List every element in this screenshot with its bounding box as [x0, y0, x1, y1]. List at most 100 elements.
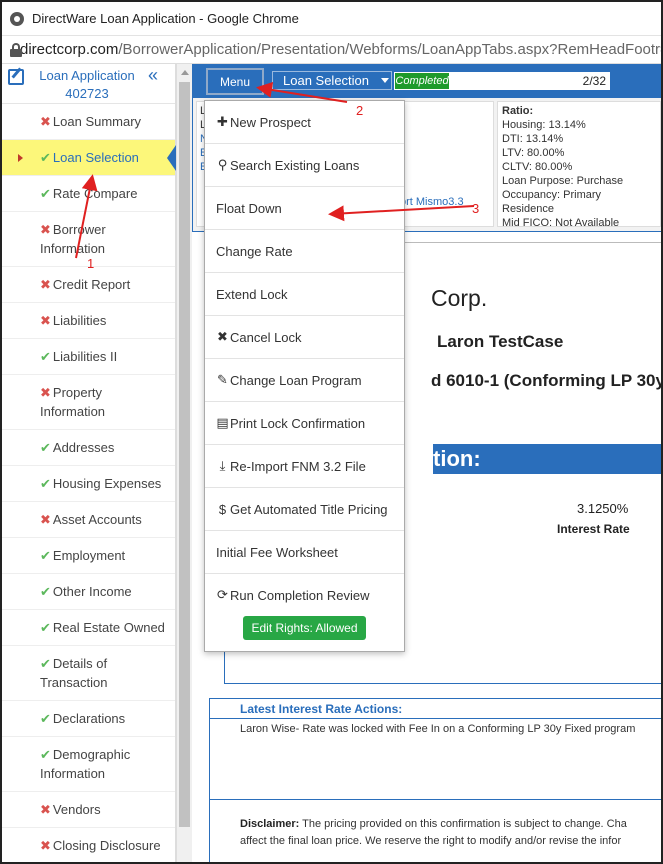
sidebar-item-label: Loan Selection: [52, 149, 139, 165]
menu-item[interactable]: $ Get Automated Title Pricing: [205, 488, 404, 531]
menu-item[interactable]: ✖ Cancel Lock: [205, 316, 404, 359]
menu-item[interactable]: Change Rate: [205, 230, 404, 273]
window-title: DirectWare Loan Application - Google Chr…: [32, 11, 299, 26]
sidebar-item-content: ✖ Vendors: [40, 802, 101, 818]
sidebar-item-content: ✔ Liabilities II: [40, 349, 117, 365]
sidebar-item-content: ✖ Loan Summary: [40, 114, 141, 130]
sidebar-item-label: Vendors: [52, 801, 101, 817]
loan-section-select[interactable]: Loan Selection: [272, 71, 392, 90]
loan-program: d 6010-1 (Conforming LP 30y Fixed: [431, 371, 663, 390]
check-icon: ✔: [40, 475, 51, 491]
sidebar-item[interactable]: ✔ Rate Compare: [2, 176, 175, 212]
sidebar-item-content: ✔ Other Income: [40, 584, 132, 600]
menu-button[interactable]: Menu: [206, 68, 264, 95]
sidebar-item-content: ✖ Borrower Information: [40, 220, 169, 258]
x-icon: ✖: [40, 312, 51, 328]
disclaimer-label: Disclaimer:: [240, 818, 300, 830]
interest-rate-label: Interest Rate: [557, 522, 630, 536]
borrower-name: Laron TestCase: [437, 332, 564, 351]
ratio-line: DTI: 13.14%: [502, 133, 564, 145]
sidebar-item[interactable]: ✖ Credit Report: [2, 267, 175, 303]
menu-item-label: Change Loan Program: [230, 372, 362, 388]
progress-text: 2/32: [582, 74, 606, 88]
sidebar-item-content: ✔ Rate Compare: [40, 186, 137, 202]
sidebar-item-content: ✖ Property Information: [40, 383, 169, 421]
ratio-box: Ratio: Housing: 13.14% DTI: 13.14% LTV: 80…: [497, 101, 661, 230]
menu-item[interactable]: Extend Lock: [205, 273, 404, 316]
address-bar[interactable]: directcorp.com/BorrowerApplication/Prese…: [2, 36, 663, 64]
edit-icon: [8, 69, 24, 85]
menu-item[interactable]: ▤ Print Lock Confirmation: [205, 402, 404, 445]
sidebar-item[interactable]: ✔ Details of Transaction: [2, 646, 175, 701]
ratio-line: Mid FICO: Not Available: [502, 217, 620, 229]
browser-window: DirectWare Loan Application - Google Chr…: [0, 0, 663, 864]
refresh-icon: ⟳: [217, 587, 228, 602]
interest-rate-value: 3.1250%: [577, 501, 629, 516]
sidebar-item[interactable]: ✖ Asset Accounts: [2, 502, 175, 538]
search-icon: ⚲: [217, 157, 228, 172]
sidebar-item[interactable]: ✔ Demographic Information: [2, 737, 175, 792]
sidebar-item-label: Housing Expenses: [52, 475, 162, 491]
sidebar-item[interactable]: ✖ Property Information: [2, 375, 175, 430]
menu-item-label: Extend Lock: [216, 286, 288, 302]
loan-toolbar: Menu Loan Selection Completed 2/32: [192, 64, 661, 98]
url-text[interactable]: directcorp.com/BorrowerApplication/Prese…: [20, 41, 663, 58]
check-icon: ✔: [40, 656, 51, 671]
sidebar-item[interactable]: ✔ Housing Expenses: [2, 466, 175, 502]
sidebar-item-label: Liabilities II: [52, 348, 118, 364]
menu-item[interactable]: Float Down: [205, 187, 404, 230]
scroll-up-arrow-icon[interactable]: [177, 64, 192, 80]
sidebar-item[interactable]: ✔ Employment: [2, 538, 175, 574]
disclaimer-card: Disclaimer: The pricing provided on this…: [209, 799, 661, 862]
x-icon: ✖: [40, 113, 51, 129]
sidebar-scrollbar[interactable]: [176, 64, 192, 862]
rate-actions-title: Latest Interest Rate Actions:: [210, 699, 661, 719]
scroll-thumb[interactable]: [179, 82, 190, 827]
x-icon: ✖: [40, 837, 51, 853]
sidebar-item[interactable]: ✔ Declarations: [2, 701, 175, 737]
menu-item[interactable]: ⤓ Re-Import FNM 3.2 File: [205, 445, 404, 488]
status-badge: Completed: [394, 72, 450, 90]
loan-section-select-value: Loan Selection: [283, 73, 370, 88]
company-name: Corp.: [431, 285, 488, 311]
sidebar-item[interactable]: ✖ Loan Summary: [2, 104, 175, 140]
sidebar-item[interactable]: ✔ Loan Selection: [2, 140, 176, 176]
sidebar-title[interactable]: Loan Application 402723: [32, 67, 142, 103]
sidebar-item[interactable]: ✔ Liabilities II: [2, 339, 175, 375]
sidebar-item[interactable]: ✖ Closing Disclosure: [2, 828, 175, 862]
check-icon: ✔: [40, 583, 51, 599]
disclaimer-line-2: affect the final loan price. We reserve …: [240, 835, 622, 847]
print-icon: ▤: [216, 415, 229, 430]
sidebar-item[interactable]: ✔ Real Estate Owned: [2, 610, 175, 646]
menu-dropdown: ✚ New Prospect ⚲ Search Existing Loans Float…: [204, 100, 405, 652]
menu-item[interactable]: ✚ New Prospect: [205, 101, 404, 144]
sidebar-item-label: Real Estate Owned: [52, 619, 165, 635]
menu-item[interactable]: ⟳ Run Completion Review: [205, 574, 404, 616]
collapse-icon[interactable]: «: [148, 65, 158, 86]
x-icon: ✖: [40, 276, 51, 292]
sidebar-item[interactable]: ✔ Other Income: [2, 574, 175, 610]
progress-indicator: 2/32: [450, 72, 610, 90]
annotation-label-2: 2: [356, 103, 364, 118]
section-banner: tion:: [433, 444, 661, 474]
menu-item[interactable]: ✎ Change Loan Program: [205, 359, 404, 402]
menu-item-label: Float Down: [216, 200, 282, 216]
check-icon: ✔: [40, 348, 51, 364]
menu-item[interactable]: ⚲ Search Existing Loans: [205, 144, 404, 187]
menu-item-label: Initial Fee Worksheet: [216, 544, 338, 560]
sidebar-item[interactable]: ✖ Vendors: [2, 792, 175, 828]
sidebar-item[interactable]: ✖ Liabilities: [2, 303, 175, 339]
edit-rights-badge[interactable]: Edit Rights: Allowed: [243, 616, 366, 640]
sidebar-item[interactable]: ✔ Addresses: [2, 430, 175, 466]
ratio-lines: Housing: 13.14% DTI: 13.14% LTV: 80.00% CLT…: [502, 118, 656, 230]
sidebar-item-label: Closing Disclosure: [52, 837, 161, 853]
menu-item-label: Re-Import FNM 3.2 File: [230, 458, 366, 474]
url-path: /BorrowerApplication/Presentation/Webfor…: [118, 41, 663, 58]
url-host: directcorp.com: [20, 41, 119, 58]
loan-sidebar: Loan Application 402723 « ✖ Loan Summary ✔…: [2, 64, 176, 862]
sidebar-item-content: ✖ Asset Accounts: [40, 512, 142, 528]
mismo-export-link[interactable]: ort Mismo3.3: [400, 196, 464, 208]
ratio-line: Loan Purpose: Purchase: [502, 175, 624, 187]
menu-item[interactable]: Initial Fee Worksheet: [205, 531, 404, 574]
sidebar-item-label: Loan Summary: [52, 113, 142, 129]
